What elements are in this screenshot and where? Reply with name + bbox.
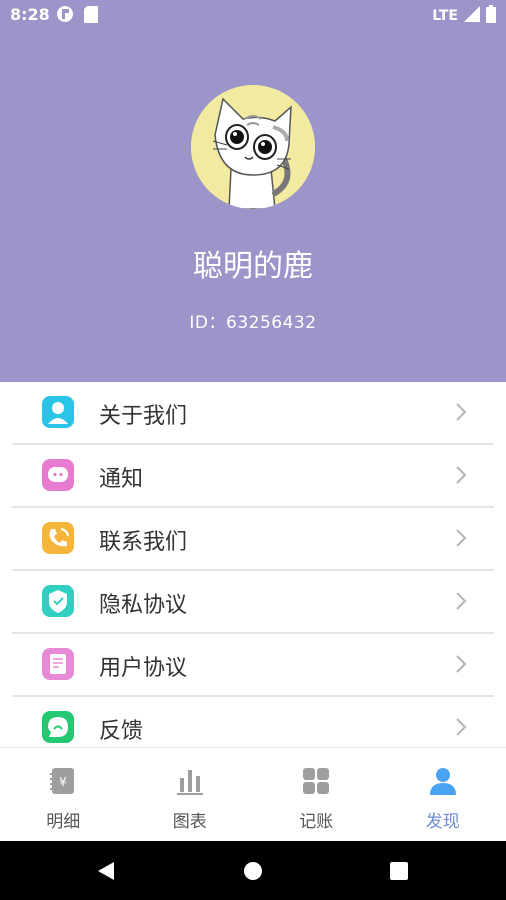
chevron-right-icon (456, 466, 467, 484)
list-item-notification[interactable]: 通知 (12, 445, 494, 508)
tab-details[interactable]: ¥ 明细 (0, 748, 127, 841)
chevron-right-icon (456, 529, 467, 547)
list-item-label: 反馈 (99, 719, 144, 744)
settings-list: 关于我们 通知 联系我们 隐私协议 用户协议 反馈 (0, 382, 506, 760)
user-id: ID：63256432 (189, 313, 317, 333)
list-item-privacy-policy[interactable]: 隐私协议 (12, 571, 494, 634)
svg-text:¥: ¥ (59, 775, 67, 789)
list-item-label: 用户协议 (99, 656, 188, 681)
signal-icon (464, 6, 480, 26)
tab-label: 明细 (46, 812, 81, 832)
tab-label: 图表 (172, 812, 207, 832)
chevron-right-icon (456, 403, 467, 421)
chat-bubble-icon (42, 459, 74, 491)
profile-header: 8:28 LTE 聪明的鹿 ID：63256432 (0, 0, 506, 382)
list-item-label: 隐私协议 (99, 593, 188, 618)
list-item-user-agreement[interactable]: 用户协议 (12, 634, 494, 697)
cat-avatar-icon (191, 85, 315, 209)
bar-chart-icon (176, 770, 203, 795)
app-notification-icon (56, 5, 74, 27)
status-time: 8:28 (10, 5, 50, 24)
list-item-label: 关于我们 (99, 404, 188, 429)
avatar[interactable] (191, 85, 315, 209)
home-icon[interactable] (243, 861, 263, 881)
list-item-label: 联系我们 (99, 530, 188, 555)
list-item-label: 通知 (99, 467, 144, 492)
tab-bookkeeping[interactable]: 记账 (253, 748, 380, 841)
bottom-tab-bar: ¥ 明细 图表 记账 发现 (0, 747, 506, 841)
network-type: LTE (432, 8, 458, 24)
system-navigation-bar (0, 841, 506, 900)
tab-label: 记账 (299, 812, 334, 832)
tab-charts[interactable]: 图表 (127, 748, 254, 841)
recents-icon[interactable] (389, 861, 409, 881)
tab-label: 发现 (425, 812, 460, 832)
username: 聪明的鹿 (193, 249, 313, 284)
status-bar: 8:28 LTE (0, 0, 506, 30)
chevron-right-icon (456, 718, 467, 736)
battery-icon (486, 5, 496, 27)
list-item-contact-us[interactable]: 联系我们 (12, 508, 494, 571)
document-icon (42, 648, 74, 680)
user-icon (429, 768, 456, 795)
feedback-icon (42, 711, 74, 743)
chevron-right-icon (456, 655, 467, 673)
shield-check-icon (42, 585, 74, 617)
grid-icon (303, 768, 330, 794)
sd-card-icon (84, 5, 98, 27)
chevron-right-icon (456, 592, 467, 610)
tab-discover[interactable]: 发现 (380, 748, 506, 841)
ledger-icon: ¥ (50, 768, 75, 794)
back-icon[interactable] (96, 861, 116, 881)
list-item-about-us[interactable]: 关于我们 (12, 382, 494, 445)
phone-icon (42, 522, 74, 554)
person-icon (42, 396, 74, 428)
